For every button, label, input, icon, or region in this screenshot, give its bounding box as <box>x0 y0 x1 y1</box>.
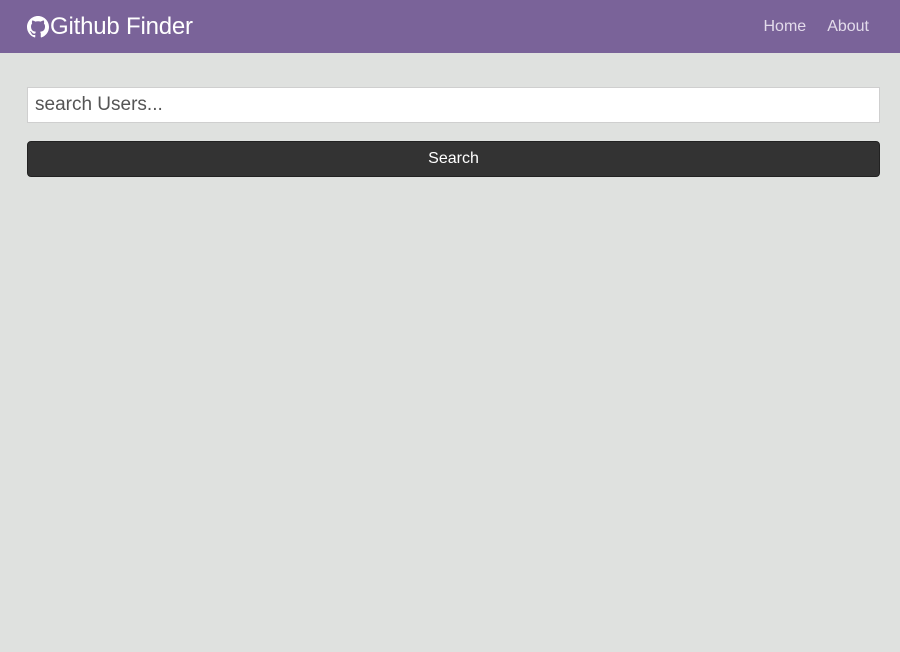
navbar: Github Finder Home About <box>0 0 900 53</box>
search-button[interactable]: Search <box>27 141 880 177</box>
nav-links: Home About <box>743 18 870 36</box>
app-title: Github Finder <box>50 12 193 40</box>
nav-link-about[interactable]: About <box>827 18 869 36</box>
brand[interactable]: Github Finder <box>27 13 193 41</box>
search-input[interactable] <box>27 87 880 123</box>
nav-link-home[interactable]: Home <box>764 18 807 36</box>
search-form: Search <box>27 87 880 177</box>
main-content: Search <box>0 53 900 177</box>
github-icon <box>27 15 49 38</box>
